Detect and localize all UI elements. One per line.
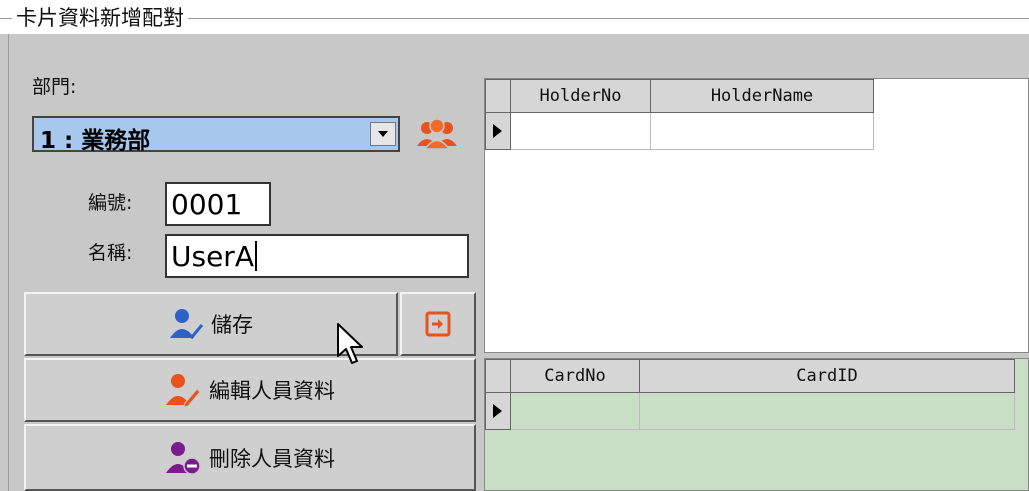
holder-table: HolderNo HolderName bbox=[485, 79, 874, 150]
holder-grid[interactable]: HolderNo HolderName bbox=[484, 78, 1029, 353]
holder-grid-corner bbox=[485, 79, 511, 113]
no-label: 編號: bbox=[88, 192, 133, 214]
chevron-down-icon[interactable] bbox=[370, 122, 396, 146]
card-grid-corner bbox=[485, 359, 511, 393]
mouse-pointer-icon bbox=[337, 323, 363, 364]
name-label: 名稱: bbox=[88, 242, 133, 264]
user-remove-icon bbox=[166, 441, 201, 475]
table-row[interactable] bbox=[485, 112, 874, 150]
row-selector[interactable] bbox=[485, 112, 511, 150]
delete-person-button[interactable]: 刪除人員資料 bbox=[24, 424, 476, 491]
table-row[interactable] bbox=[485, 392, 1015, 430]
card-grid[interactable]: CardNo CardID bbox=[484, 358, 1029, 491]
dept-select-value: 1 : 業務部 bbox=[40, 128, 151, 154]
edit-person-button[interactable]: 編輯人員資料 bbox=[24, 358, 476, 422]
group-title: 卡片資料新增配對 bbox=[12, 4, 188, 32]
current-row-arrow-icon bbox=[493, 404, 502, 418]
card-table: CardNo CardID bbox=[485, 359, 1015, 430]
name-field[interactable]: UserA bbox=[165, 234, 469, 278]
holder-col-holderno[interactable]: HolderNo bbox=[510, 79, 651, 113]
user-check-icon bbox=[170, 309, 203, 340]
dept-label: 部門: bbox=[32, 76, 77, 98]
text-caret bbox=[254, 241, 257, 271]
name-field-value: UserA bbox=[171, 240, 254, 273]
holder-cell-name[interactable] bbox=[650, 112, 874, 150]
no-field[interactable]: 0001 bbox=[165, 182, 271, 226]
edit-person-button-label: 編輯人員資料 bbox=[209, 379, 335, 403]
card-col-cardid[interactable]: CardID bbox=[639, 359, 1015, 393]
dept-select[interactable]: 1 : 業務部 bbox=[32, 116, 400, 154]
exit-icon bbox=[425, 311, 451, 337]
users-group-icon[interactable] bbox=[416, 118, 458, 150]
current-row-arrow-icon bbox=[493, 124, 502, 138]
card-cell-id[interactable] bbox=[639, 392, 1015, 430]
holder-col-holdername[interactable]: HolderName bbox=[650, 79, 874, 113]
card-cell-no[interactable] bbox=[510, 392, 640, 430]
card-col-cardno[interactable]: CardNo bbox=[510, 359, 640, 393]
row-selector[interactable] bbox=[485, 392, 511, 430]
delete-person-button-label: 刪除人員資料 bbox=[209, 446, 335, 471]
exit-button[interactable] bbox=[400, 292, 476, 356]
holder-cell-no[interactable] bbox=[510, 112, 651, 150]
user-edit-icon bbox=[166, 374, 201, 407]
save-button-label: 儲存 bbox=[211, 313, 253, 337]
